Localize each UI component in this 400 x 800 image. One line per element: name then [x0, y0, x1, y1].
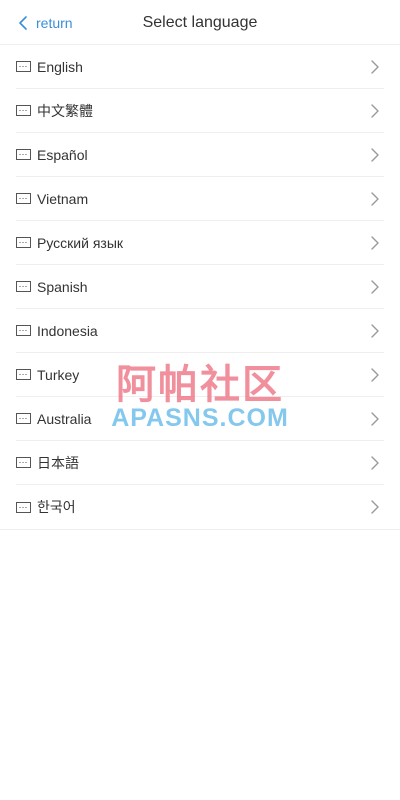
language-label: Australia: [37, 410, 92, 427]
language-item[interactable]: Indonesia: [16, 309, 384, 353]
back-button[interactable]: return: [18, 0, 73, 45]
keyboard-icon: [16, 193, 31, 204]
chevron-right-icon: [371, 279, 379, 294]
keyboard-icon: [16, 325, 31, 336]
language-label: English: [37, 58, 83, 75]
language-label: 한국어: [37, 499, 76, 515]
language-label: 日本語: [37, 454, 79, 471]
language-item[interactable]: 日本語: [16, 441, 384, 485]
header-bar: return Select language: [0, 0, 400, 45]
chevron-right-icon: [371, 323, 379, 338]
chevron-left-icon: [19, 15, 27, 30]
language-label: Русский язык: [37, 234, 124, 251]
keyboard-icon: [16, 105, 31, 116]
chevron-right-icon: [371, 367, 379, 382]
keyboard-icon: [16, 457, 31, 468]
list-bottom-divider: [0, 529, 400, 530]
chevron-right-icon: [371, 191, 379, 206]
language-label: 中文繁體: [37, 102, 93, 119]
language-label: Indonesia: [37, 322, 98, 339]
language-label: Turkey: [37, 366, 80, 383]
language-item[interactable]: Turkey: [16, 353, 384, 397]
language-item[interactable]: Русский язык: [16, 221, 384, 265]
chevron-right-icon: [371, 455, 379, 470]
keyboard-icon: [16, 237, 31, 248]
chevron-right-icon: [371, 411, 379, 426]
chevron-right-icon: [371, 500, 379, 514]
language-item[interactable]: 한국어: [16, 485, 384, 529]
keyboard-icon: [16, 281, 31, 292]
language-item[interactable]: Español: [16, 133, 384, 177]
language-label: Spanish: [37, 278, 88, 295]
chevron-right-icon: [371, 59, 379, 74]
chevron-right-icon: [371, 235, 379, 250]
language-item[interactable]: 中文繁體: [16, 89, 384, 133]
keyboard-icon: [16, 61, 31, 72]
keyboard-icon: [16, 413, 31, 424]
keyboard-icon: [16, 369, 31, 380]
language-list: English 中文繁體 Español Vietnam Русский язы…: [16, 45, 384, 529]
chevron-right-icon: [371, 103, 379, 118]
language-item[interactable]: Vietnam: [16, 177, 384, 221]
language-item[interactable]: Spanish: [16, 265, 384, 309]
chevron-right-icon: [371, 147, 379, 162]
keyboard-icon: [16, 149, 31, 160]
language-label: Español: [37, 146, 88, 163]
language-label: Vietnam: [37, 190, 89, 207]
back-label: return: [36, 14, 73, 31]
keyboard-icon: [16, 501, 31, 513]
language-item[interactable]: Australia: [16, 397, 384, 441]
language-item[interactable]: English: [16, 45, 384, 89]
